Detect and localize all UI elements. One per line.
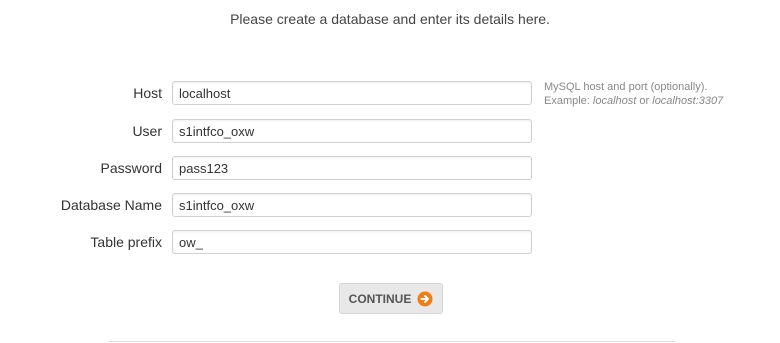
host-hint-line: MySQL host and port (optionally). — [544, 81, 708, 93]
table-prefix-label: Table prefix — [90, 234, 162, 250]
host-hint-example-2: localhost:3307 — [652, 95, 724, 107]
password-row: Password — [0, 156, 780, 182]
user-row: User — [0, 119, 780, 145]
table-prefix-row: Table prefix — [0, 230, 780, 256]
host-hint-example-prefix: Example: — [544, 95, 593, 107]
host-hint-example: Example: localhost or localhost:3307 — [544, 94, 723, 108]
host-hint: MySQL host and port (optionally). Exampl… — [544, 80, 723, 108]
table-prefix-input[interactable] — [172, 230, 532, 254]
host-input[interactable] — [172, 81, 532, 105]
host-hint-example-1: localhost — [592, 95, 637, 107]
host-hint-or: or — [636, 95, 653, 107]
continue-button-label: CONTINUE — [348, 291, 412, 306]
database-name-row: Database Name — [0, 193, 780, 219]
database-name-label: Database Name — [60, 197, 162, 213]
intro-text: Please create a database and enter its d… — [230, 11, 550, 27]
bottom-divider — [109, 341, 675, 342]
arrow-right-circle-icon — [417, 291, 433, 306]
continue-button[interactable]: CONTINUE — [339, 283, 443, 314]
user-input[interactable] — [172, 119, 532, 143]
database-name-input[interactable] — [172, 193, 532, 217]
host-label: Host — [133, 85, 162, 101]
user-label: User — [132, 123, 162, 139]
password-label: Password — [100, 160, 162, 176]
password-input[interactable] — [172, 156, 532, 180]
